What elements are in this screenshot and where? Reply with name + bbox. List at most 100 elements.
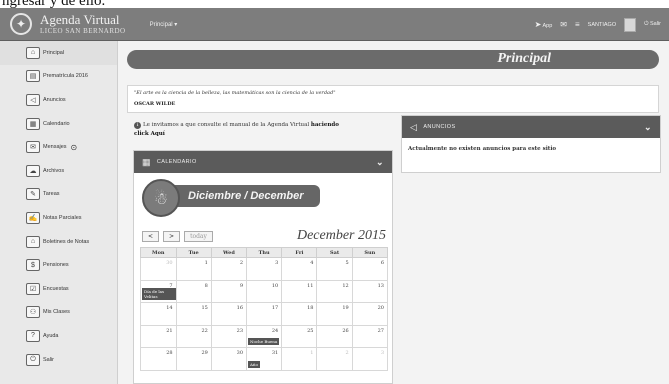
sidebar-item-pensiones[interactable]: $ Pensiones: [0, 253, 117, 277]
id-card-icon: ▤: [26, 70, 40, 83]
calendar-month-title: December 2015: [296, 228, 386, 243]
weekday-header: Tue: [175, 247, 212, 258]
sidebar: ⌂ Principal ▤ Prematrícula 2016 ◁ Anuncios …: [0, 41, 118, 384]
calendar-nav: < > today: [142, 231, 213, 242]
calendar-day-cell[interactable]: 3: [246, 257, 283, 281]
manual-note: i Le invitamos a que consulte el manual d…: [134, 121, 354, 139]
calendar-day-cell[interactable]: 28: [140, 347, 177, 371]
sidebar-item-archivos[interactable]: ☁ Archivos: [0, 159, 117, 183]
calendar-day-cell[interactable]: 23: [210, 324, 248, 348]
next-month-button[interactable]: >: [163, 231, 181, 242]
calendar-day-cell[interactable]: 22: [175, 324, 212, 348]
calendar-day-cell[interactable]: 5: [316, 257, 353, 281]
avatar[interactable]: [624, 17, 637, 32]
calendar-day-cell[interactable]: 9: [210, 279, 248, 303]
sidebar-item-salir[interactable]: ⏻ Salir: [0, 348, 117, 372]
user-name[interactable]: SANTIAGO: [588, 22, 616, 28]
sidebar-item-encuestas[interactable]: ☑ Encuestas: [0, 277, 117, 301]
app-subtitle: LICEO SAN BERNARDO: [40, 27, 126, 35]
calendar-day-cell[interactable]: 24 Noche Buena: [246, 324, 283, 348]
calendar-day-cell[interactable]: 29: [175, 347, 212, 371]
sidebar-item-calendario[interactable]: ▦ Calendario: [0, 112, 117, 136]
school-logo-icon[interactable]: ✦: [10, 13, 32, 35]
sidebar-item-mensajes[interactable]: ✉ Mensajes ⊙: [0, 135, 117, 159]
event-noche-buena[interactable]: Noche Buena: [248, 338, 280, 345]
calendar-day-cell[interactable]: 8: [175, 279, 212, 303]
sidebar-item-label: Encuestas: [43, 285, 69, 292]
chevron-down-icon[interactable]: ⌄: [376, 157, 384, 168]
chevron-down-icon[interactable]: ⌄: [644, 122, 652, 133]
calendar-day-cell[interactable]: 4: [281, 257, 318, 281]
sidebar-item-label: Principal: [43, 49, 65, 56]
sidebar-item-tareas[interactable]: ✎ Tareas: [0, 183, 117, 207]
sidebar-item-principal[interactable]: ⌂ Principal: [0, 41, 117, 65]
month-badge-label: Diciembre / December: [172, 185, 320, 207]
calendar-day-cell[interactable]: 30: [140, 257, 177, 281]
sidebar-item-label: Boletines de Notas: [43, 238, 90, 245]
calendar-day-cell[interactable]: 2: [316, 347, 353, 371]
sidebar-item-label: Mis Clases: [43, 309, 70, 316]
brand: Agenda Virtual LICEO SAN BERNARDO: [40, 13, 126, 35]
calendar-day-cell[interactable]: 18: [281, 302, 318, 326]
sidebar-item-notas-parciales[interactable]: ✍ Notas Parciales: [0, 206, 117, 230]
calendar-day-cell[interactable]: 25: [281, 324, 318, 348]
calendar-day-cell[interactable]: 13: [351, 279, 389, 303]
announcements-body: Actualmente no existen anuncios para est…: [408, 146, 557, 152]
sidebar-item-anuncios[interactable]: ◁ Anuncios: [0, 88, 117, 112]
calendar-day-cell[interactable]: 3: [351, 347, 389, 371]
quote-box: "El arte es la ciencia de la belleza, la…: [127, 85, 659, 113]
sidebar-item-label: Archivos: [43, 167, 65, 174]
manual-note-text: Le invitamos a que consulte el manual de…: [143, 122, 310, 128]
calendar-grid: Mon Tue Wed Thu Fri Sat Sun 30 1 2 3 4 5: [140, 247, 389, 371]
announcements-panel-header[interactable]: ◁ ANUNCIOS ⌄: [402, 116, 660, 138]
calendar-week-row: 14 15 16 17 18 19 20: [140, 302, 389, 326]
calendar-day-cell[interactable]: 30: [210, 347, 248, 371]
prev-month-button[interactable]: <: [142, 231, 160, 242]
calendar-day-cell[interactable]: 19: [316, 302, 353, 326]
calendar-day-cell[interactable]: 11: [281, 279, 318, 303]
menu-icon[interactable]: ≡: [575, 20, 580, 29]
calendar-day-cell[interactable]: 2: [210, 257, 248, 281]
calendar-day-cell[interactable]: 21: [140, 324, 177, 348]
calendar-day-cell[interactable]: 14: [140, 302, 177, 326]
event-velitas[interactable]: Día de las Velitas: [142, 288, 176, 300]
info-icon: i: [134, 122, 141, 129]
sidebar-item-prematricula[interactable]: ▤ Prematrícula 2016: [0, 65, 117, 89]
calendar-day-cell[interactable]: 15: [175, 302, 212, 326]
mail-icon[interactable]: ✉: [560, 20, 567, 29]
help-icon: ?: [26, 329, 40, 342]
megaphone-icon: ◁: [26, 93, 40, 106]
sidebar-item-label: Ayuda: [43, 332, 59, 339]
page-title: Principal: [497, 51, 551, 66]
cropped-caption-text: ngresar y de ello.: [2, 0, 106, 9]
calendar-day-cell[interactable]: 10: [246, 279, 283, 303]
weekday-header: Mon: [140, 247, 177, 258]
sidebar-item-ayuda[interactable]: ? Ayuda: [0, 324, 117, 348]
weekday-header: Sat: [316, 247, 353, 258]
sidebar-item-mis-clases[interactable]: ⚇ Mis Clases: [0, 301, 117, 325]
calendar-day-cell[interactable]: 6: [351, 257, 389, 281]
calendar-day-cell[interactable]: 12: [316, 279, 353, 303]
calendar-day-cell[interactable]: 31 Año: [246, 347, 283, 371]
calendar-panel-header[interactable]: ▦ CALENDARIO ⌄: [134, 151, 392, 173]
today-button[interactable]: today: [184, 231, 213, 242]
calendar-day-cell[interactable]: 20: [351, 302, 389, 326]
sidebar-item-boletines[interactable]: ⌂ Boletines de Notas: [0, 230, 117, 254]
announcements-panel: ◁ ANUNCIOS ⌄ Actualmente no existen anun…: [401, 115, 661, 173]
calendar-day-cell[interactable]: 1: [281, 347, 318, 371]
logout-link[interactable]: ⏻ Salir: [644, 21, 661, 28]
app-link[interactable]: ➤ App: [535, 20, 553, 29]
month-badge: Diciembre / December ☃: [134, 173, 392, 221]
weekday-header: Sun: [351, 247, 389, 258]
event-ano-nuevo[interactable]: Año: [248, 360, 260, 368]
calendar-day-cell[interactable]: 16: [210, 302, 248, 326]
sidebar-item-label: Calendario: [43, 120, 70, 127]
calendar-day-cell[interactable]: 27: [351, 324, 389, 348]
calendar-day-cell[interactable]: 7 Día de las Velitas: [140, 279, 177, 303]
calendar-day-cell[interactable]: 1: [175, 257, 212, 281]
principal-menu-dropdown[interactable]: Principal ▾: [150, 21, 178, 28]
calendar-day-cell[interactable]: 17: [246, 302, 283, 326]
calendar-day-cell[interactable]: 26: [316, 324, 353, 348]
quote-text: "El arte es la ciencia de la belleza, la…: [134, 90, 336, 96]
power-icon: ⏻: [644, 21, 649, 27]
